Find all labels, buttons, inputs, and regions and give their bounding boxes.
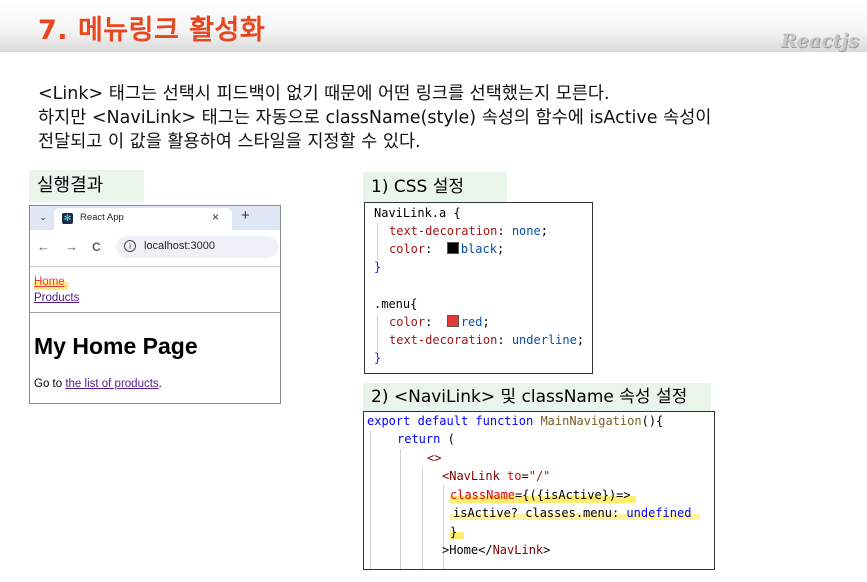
forward-icon[interactable]: → <box>65 239 78 254</box>
css-property: text-decoration <box>389 224 498 238</box>
code-brace: } <box>374 260 382 274</box>
code-punct: = <box>521 469 529 483</box>
red-swatch-icon <box>446 315 459 327</box>
new-tab-icon[interactable]: + <box>241 207 250 224</box>
url-field[interactable]: i localhost:3000 <box>116 236 278 258</box>
nav-link-products[interactable]: Products <box>34 292 79 304</box>
address-bar: ← → C i localhost:3000 <box>30 230 280 267</box>
tab-list-dropdown-icon[interactable]: ⌄ <box>36 210 50 224</box>
products-link[interactable]: the list of products <box>65 378 158 390</box>
jsx-code-box: export default function MainNavigation()… <box>363 411 715 570</box>
code-line: text-decoration: none; <box>389 224 548 238</box>
indent-guide <box>400 449 401 569</box>
browser-tab[interactable]: ✻ React App × <box>54 208 232 230</box>
code-line: return ( <box>397 432 455 446</box>
slide-title: 7. 메뉴링크 활성화 <box>38 15 266 46</box>
reload-icon[interactable]: C <box>92 240 101 254</box>
css-code-box: NaviLink.a { text-decoration: none; colo… <box>364 202 593 374</box>
code-punct: (){ <box>641 414 664 428</box>
code-line: color: black; <box>389 242 505 256</box>
css-value: underline <box>511 333 577 347</box>
css-selector: .menu <box>374 297 411 311</box>
back-icon[interactable]: ← <box>37 239 50 254</box>
keyword: export <box>367 414 411 428</box>
black-swatch-icon <box>446 242 459 254</box>
intro-line: 전달되고 이 값을 활용하여 스타일을 지정할 수 있다. <box>38 132 421 152</box>
css-value: black <box>460 242 497 256</box>
code-line: color: red; <box>389 315 490 329</box>
intro-line: 하지만 <NaviLink> 태그는 자동으로 className(style)… <box>38 108 712 128</box>
keyword: return <box>397 432 441 446</box>
nav-link-home[interactable]: Home <box>34 276 65 288</box>
keyword: undefined <box>626 506 692 520</box>
code-line: text-decoration: underline; <box>389 333 585 347</box>
keyword: default <box>417 414 469 428</box>
code-brace: { <box>410 297 418 311</box>
result-label: 실행결과 <box>29 170 144 202</box>
url-text: localhost:3000 <box>144 240 215 252</box>
code-text: >Home</ <box>442 543 493 557</box>
css-selector: NaviLink.a <box>374 206 447 220</box>
divider <box>30 312 280 313</box>
page-paragraph: Go to the list of products. <box>34 378 162 390</box>
site-info-icon[interactable]: i <box>124 240 136 252</box>
browser-window: ⌄ ✻ React App × + ← → C i localhost:3000… <box>29 205 281 404</box>
code-line: } <box>450 525 458 539</box>
code-line: .menu{ <box>374 297 417 311</box>
indent-guide <box>422 468 423 569</box>
code-punct: ( <box>440 432 455 446</box>
tab-bar: ⌄ ✻ React App × + <box>30 206 280 230</box>
css-property: text-decoration <box>389 333 498 347</box>
indent-guide <box>377 223 378 261</box>
code-line: <NavLink to="/" <box>442 469 550 483</box>
code-brace: { <box>446 206 461 220</box>
keyword: function <box>475 414 534 428</box>
code-line: className={({isActive})=> <box>450 488 631 502</box>
jsx-attribute: className <box>450 488 516 502</box>
intro-text: <Link> 태그는 선택시 피드백이 없기 때문에 어떤 링크를 선택했는지 … <box>38 82 848 154</box>
tab-title: React App <box>80 212 124 223</box>
code-line: >Home</NavLink> <box>442 543 550 557</box>
code-line: isActive? classes.menu: undefined <box>453 506 691 520</box>
page-heading: My Home Page <box>34 333 198 359</box>
intro-line: <Link> 태그는 선택시 피드백이 없기 때문에 어떤 링크를 선택했는지 … <box>38 84 610 104</box>
code-line: NaviLink.a { <box>374 206 461 220</box>
css-label: 1) CSS 설정 <box>363 172 507 202</box>
code-line: <> <box>427 451 442 465</box>
css-property: color <box>389 315 426 329</box>
paragraph-text: Go to <box>34 378 66 390</box>
code-line: export default function MainNavigation()… <box>367 414 663 428</box>
jsx-attribute: to <box>507 469 522 483</box>
paragraph-text-end: . <box>158 378 162 390</box>
close-tab-icon[interactable]: × <box>212 210 219 224</box>
css-property: color <box>389 242 426 256</box>
indent-guide <box>370 431 371 569</box>
code-punct: ={({isActive})=> <box>515 488 631 502</box>
function-name: MainNavigation <box>540 414 642 428</box>
jsx-string: "/" <box>528 469 551 483</box>
brand-watermark: Reactjs <box>780 30 859 52</box>
navlink-label: 2) <NaviLink> 및 className 속성 설정 <box>363 383 711 411</box>
code-punct: > <box>543 543 551 557</box>
code-brace: } <box>374 351 382 365</box>
css-value: none <box>511 224 541 238</box>
css-value: red <box>460 315 483 329</box>
slide-header: 7. 메뉴링크 활성화 Reactjs <box>0 0 867 52</box>
react-favicon-icon: ✻ <box>62 213 73 224</box>
indent-guide <box>377 315 378 353</box>
page-content: Home Products My Home Page Go to the lis… <box>30 267 280 403</box>
jsx-tag: NavLink <box>492 543 544 557</box>
code-expression: isActive? classes.menu: <box>453 506 627 520</box>
jsx-tag: <NavLink <box>442 469 500 483</box>
